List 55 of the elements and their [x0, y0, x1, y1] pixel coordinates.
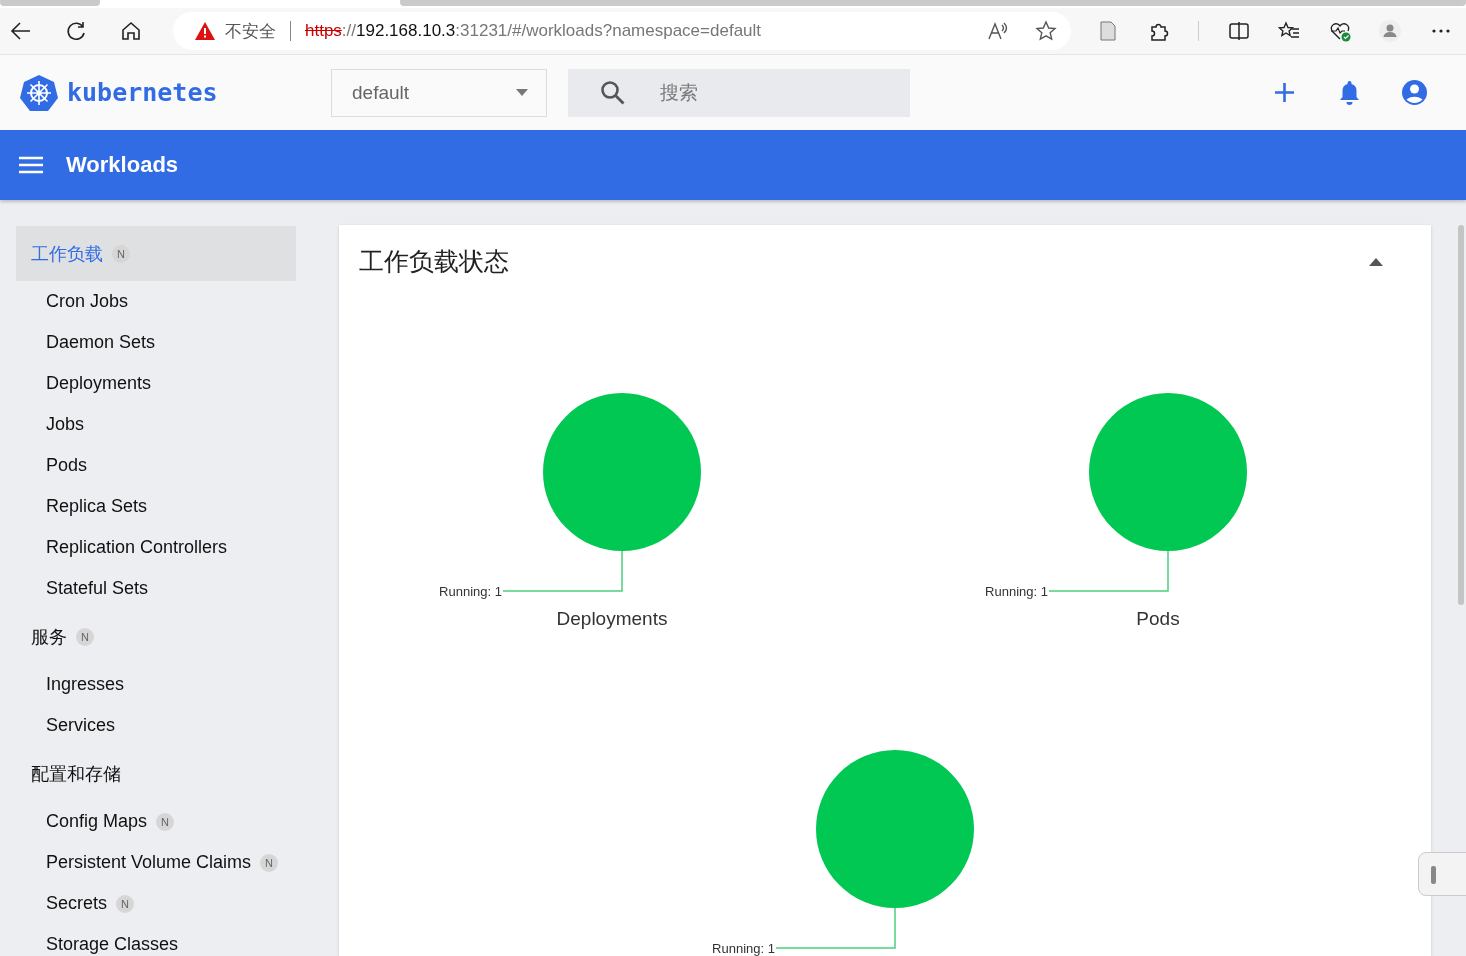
sidebar-item[interactable]: Ingresses: [46, 674, 125, 695]
chart-title: Pods: [1136, 608, 1180, 631]
sidebar-item[interactable]: Services: [46, 715, 116, 736]
chart-title: Deployments: [556, 608, 668, 631]
refresh-icon[interactable]: [65, 20, 87, 42]
home-icon[interactable]: [120, 20, 142, 42]
sidebar-item[interactable]: Replica Sets: [46, 496, 148, 517]
back-icon[interactable]: [10, 20, 32, 42]
read-aloud-icon[interactable]: [987, 20, 1009, 42]
sidebar-item[interactable]: Stateful Sets: [46, 578, 149, 599]
logo-text: kubernetes: [67, 78, 218, 107]
badge: N: [156, 812, 175, 831]
sidebar-section[interactable]: 配置和存储: [16, 746, 296, 801]
address-bar[interactable]: 不安全 https://192.168.10.3:31231/#/workloads?namespace=default: [173, 12, 1071, 50]
url-text: https://192.168.10.3:31231/#/workloads?namespace=default: [305, 21, 763, 41]
account-icon[interactable]: [1401, 79, 1428, 106]
sidebar-section[interactable]: 服务 N: [16, 609, 296, 664]
value-label: Running: 1: [985, 583, 1048, 599]
sidebar-section[interactable]: 工作负载 N: [16, 226, 296, 281]
value-label: Running: 1: [439, 583, 502, 599]
search-icon: [600, 79, 626, 106]
badge: N: [116, 894, 135, 913]
sidebar-item[interactable]: Config Maps: [46, 811, 148, 832]
collapse-icon[interactable]: [1369, 257, 1383, 266]
sidebar-item[interactable]: Jobs: [46, 414, 85, 435]
star-icon[interactable]: [1035, 20, 1057, 42]
page-title: Workloads: [66, 152, 179, 178]
warning-icon: [195, 22, 215, 40]
profile-icon[interactable]: [1379, 20, 1402, 42]
section-label: 服务: [31, 625, 67, 649]
scrollbar-thumb[interactable]: [1458, 225, 1464, 605]
namespace-select[interactable]: default: [331, 68, 547, 117]
sidebar-item[interactable]: Storage Classes: [46, 934, 179, 955]
helm-wheel-logo-icon: [20, 73, 58, 112]
menu-icon[interactable]: [19, 156, 43, 174]
split-screen-icon[interactable]: [1227, 20, 1250, 42]
badge: N: [76, 627, 94, 646]
security-label: 不安全: [225, 20, 276, 43]
section-label: 工作负载: [31, 242, 103, 266]
caret-icon: [516, 89, 528, 96]
sidebar-item[interactable]: Replication Controllers: [46, 537, 228, 558]
search-field[interactable]: 搜索: [568, 68, 910, 117]
sidebar-item[interactable]: Deployments: [46, 373, 152, 394]
sidebar-item[interactable]: Daemon Sets: [46, 332, 156, 353]
sidebar-item[interactable]: Secrets: [46, 893, 108, 914]
sidebar-item[interactable]: Cron Jobs: [46, 291, 129, 312]
sidebar-item[interactable]: Persistent Volume Claims: [46, 852, 252, 873]
health-icon[interactable]: [1328, 20, 1351, 42]
badge: N: [112, 244, 130, 263]
card-title: 工作负载状态: [359, 246, 510, 277]
input-method-toolbar[interactable]: [1418, 852, 1466, 896]
sidebar-item[interactable]: Pods: [46, 455, 88, 476]
value-label: Running: 1: [712, 940, 775, 956]
badge: N: [260, 853, 279, 872]
section-label: 配置和存储: [31, 762, 121, 786]
